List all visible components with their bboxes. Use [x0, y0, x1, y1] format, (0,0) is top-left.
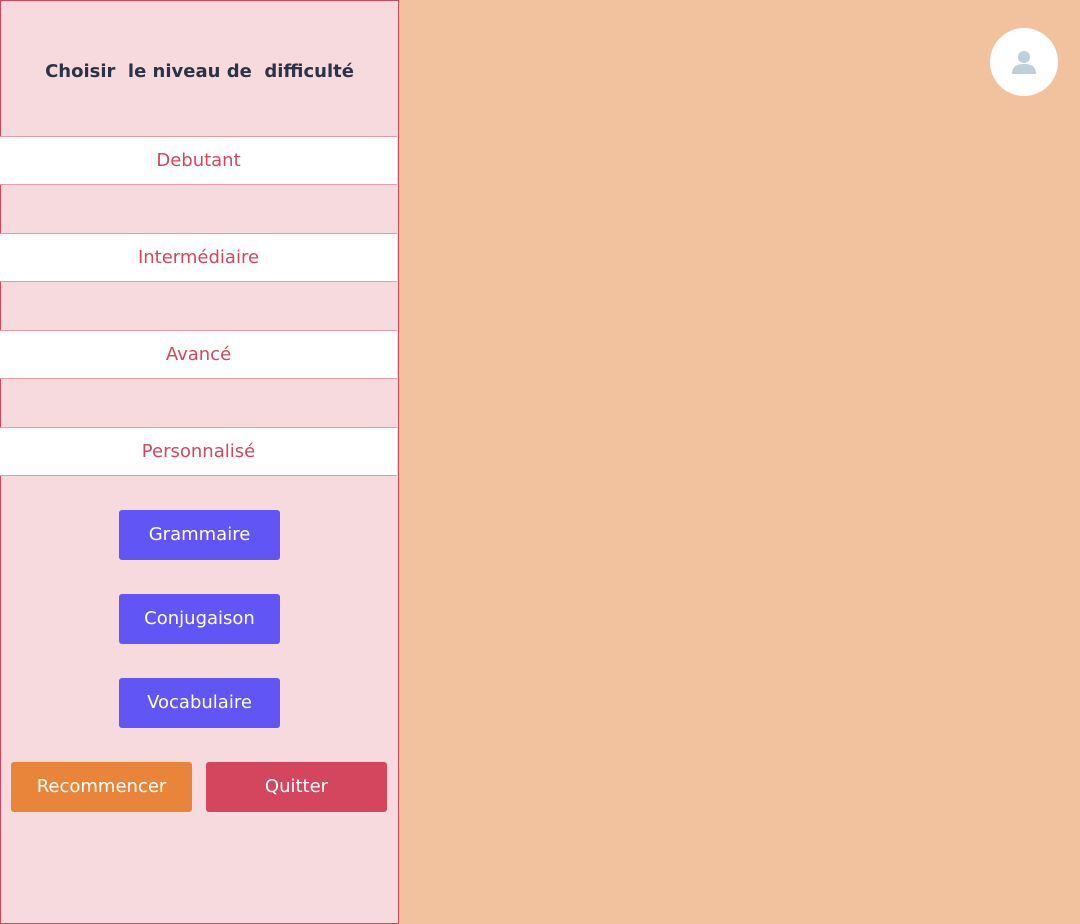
- level-option-debutant[interactable]: Debutant: [0, 136, 397, 185]
- level-option-avance[interactable]: Avancé: [0, 330, 397, 379]
- vocabulaire-button[interactable]: Vocabulaire: [119, 678, 280, 728]
- restart-button[interactable]: Recommencer: [11, 762, 192, 812]
- user-avatar-button[interactable]: [990, 28, 1058, 96]
- level-option-intermediaire[interactable]: Intermédiaire: [0, 233, 397, 282]
- conjugaison-button[interactable]: Conjugaison: [119, 594, 280, 644]
- difficulty-sidebar: Choisir le niveau de difficulté Debutant…: [0, 0, 399, 924]
- sidebar-title: Choisir le niveau de difficulté: [45, 61, 354, 82]
- user-icon: [1012, 51, 1036, 74]
- quit-button[interactable]: Quitter: [206, 762, 387, 812]
- grammaire-button[interactable]: Grammaire: [119, 510, 280, 560]
- level-option-personnalise[interactable]: Personnalisé: [0, 427, 397, 476]
